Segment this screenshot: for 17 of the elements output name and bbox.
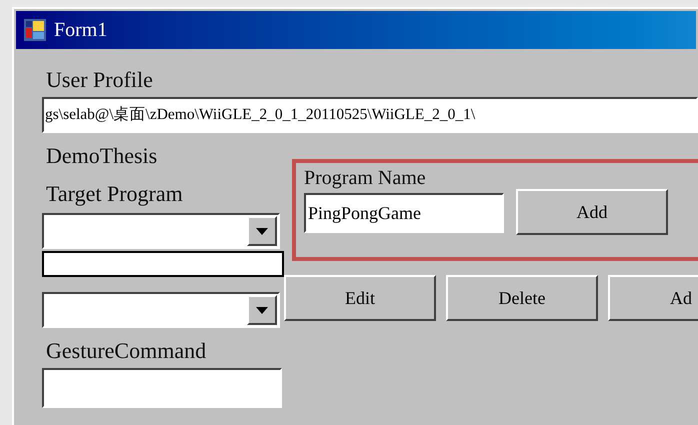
field-label: Target Program xyxy=(45,181,184,207)
path-field[interactable]: gs\selab@\桌面\zDemo\WiiGLE_2_0_1_20110525\WiiGLE_2_0_1\ xyxy=(42,97,698,133)
program-name-field[interactable]: PingPongGame xyxy=(304,193,504,233)
list-box[interactable] xyxy=(42,251,284,277)
field-label: Program Name xyxy=(304,166,427,191)
action-button[interactable]: Ad xyxy=(608,275,698,321)
dropdown-field[interactable] xyxy=(42,292,280,328)
app-icon xyxy=(24,19,46,41)
text-field[interactable] xyxy=(42,368,282,408)
add-button[interactable]: Add xyxy=(516,189,668,235)
dropdown-field[interactable] xyxy=(42,213,280,249)
field-label: GestureCommand xyxy=(45,338,208,364)
window-title: Form1 xyxy=(54,18,108,43)
action-button[interactable]: Delete xyxy=(446,275,598,321)
field-label: User Profile xyxy=(45,67,154,93)
action-button[interactable]: Edit xyxy=(284,275,436,321)
profile-name: DemoThesis xyxy=(45,143,158,169)
